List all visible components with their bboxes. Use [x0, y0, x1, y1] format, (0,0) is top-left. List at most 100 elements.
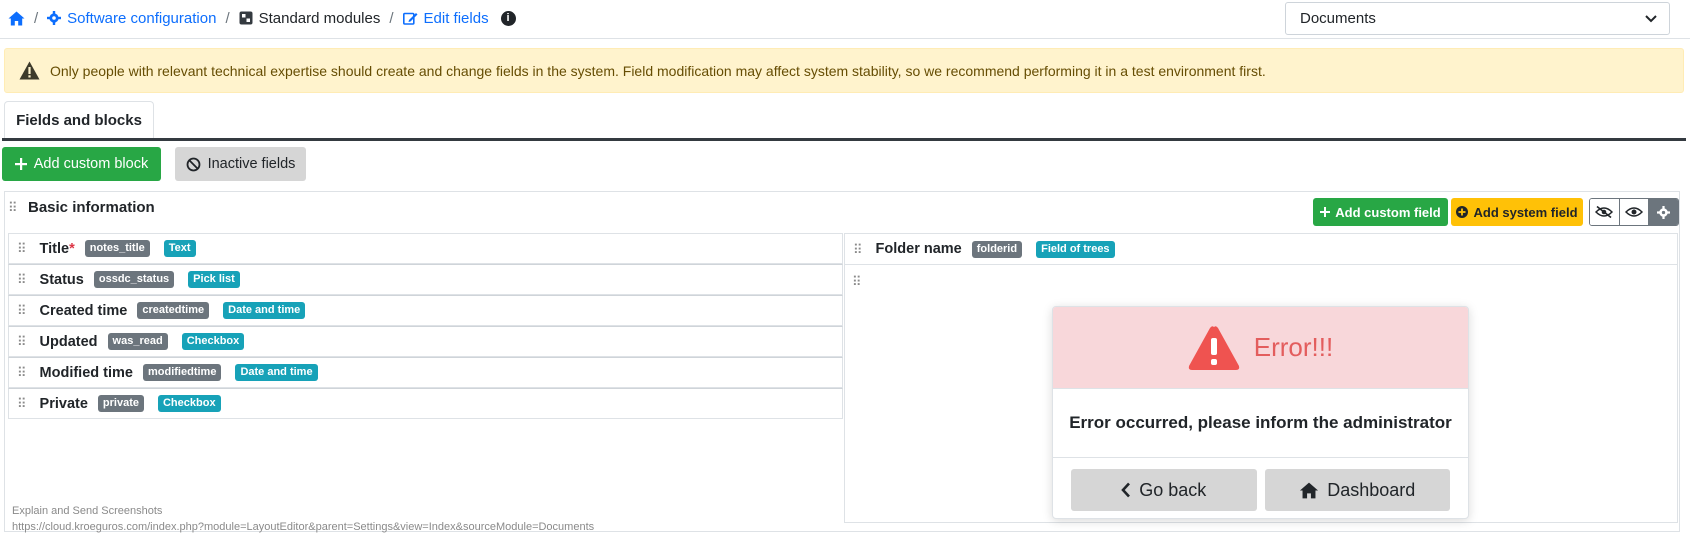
add-system-field-label: Add system field — [1473, 204, 1578, 220]
warning-icon — [1188, 325, 1239, 370]
field-name-badge: notes_title — [84, 240, 150, 257]
breadcrumb-label: Standard modules — [258, 9, 381, 27]
warning-text: Only people with relevant technical expe… — [50, 62, 1266, 79]
field-row-updated[interactable]: ⠿ Updated was_read Checkbox — [8, 326, 843, 357]
field-row-title[interactable]: ⠿ Title* notes_title Text — [8, 233, 843, 264]
add-system-field-button[interactable]: Add system field — [1451, 198, 1583, 226]
warning-alert: Only people with relevant technical expe… — [4, 48, 1684, 93]
add-custom-field-button[interactable]: Add custom field — [1313, 198, 1448, 226]
field-type-badge: Checkbox — [157, 395, 221, 412]
drag-handle-icon[interactable]: ⠿ — [17, 397, 26, 410]
breadcrumb-standard-modules: Standard modules — [239, 9, 381, 27]
drag-handle-icon[interactable]: ⠿ — [8, 201, 17, 214]
info-icon[interactable]: i — [500, 10, 516, 26]
left-field-column: ⠿ Title* notes_title Text ⠿ Status ossdc… — [8, 233, 843, 419]
field-name-badge: createdtime — [137, 302, 210, 319]
breadcrumb-edit-fields[interactable]: Edit fields i — [402, 10, 516, 27]
required-mark: * — [69, 240, 75, 257]
ban-icon — [186, 157, 200, 171]
dashboard-button[interactable]: Dashboard — [1264, 469, 1450, 511]
field-name-badge: folderid — [971, 240, 1023, 258]
overlay-title: Explain and Send Screenshots — [12, 505, 163, 517]
add-custom-block-button[interactable]: Add custom block — [2, 147, 161, 181]
dashboard-label: Dashboard — [1327, 479, 1416, 500]
divider — [0, 38, 1690, 39]
field-row-private[interactable]: ⠿ Private private Checkbox — [8, 388, 843, 419]
chevron-down-icon — [1645, 14, 1657, 22]
warning-icon — [19, 61, 40, 80]
field-label: Modified time — [39, 364, 133, 381]
field-type-badge: Text — [163, 240, 196, 257]
field-label: Private — [39, 395, 88, 412]
gear-icon — [47, 11, 62, 25]
go-back-label: Go back — [1139, 479, 1207, 500]
field-type-badge: Field of trees — [1036, 240, 1115, 258]
field-label: Updated — [39, 333, 98, 350]
drag-handle-icon[interactable]: ⠿ — [17, 304, 26, 317]
drag-handle-icon[interactable]: ⠿ — [853, 243, 862, 256]
inactive-fields-label: Inactive fields — [207, 156, 296, 172]
add-custom-block-label: Add custom block — [33, 156, 149, 172]
block-title: Basic information — [28, 199, 155, 216]
plus-icon — [14, 158, 27, 170]
block-actions-group — [1589, 198, 1679, 226]
drag-handle-icon[interactable]: ⠿ — [852, 275, 861, 288]
error-modal: Error!!! Error occurred, please inform t… — [1052, 306, 1469, 519]
breadcrumb-separator: / — [225, 9, 230, 27]
drag-handle-icon[interactable]: ⠿ — [17, 366, 26, 379]
breadcrumb-label[interactable]: Edit fields — [424, 10, 489, 27]
field-label: Created time — [39, 302, 128, 319]
screenshot-overlay: Explain and Send Screenshots https://clo… — [12, 503, 594, 535]
show-block-button[interactable] — [1619, 199, 1650, 225]
field-type-badge: Date and time — [235, 364, 318, 381]
error-modal-title: Error!!! — [1253, 332, 1334, 362]
drag-handle-icon[interactable]: ⠿ — [17, 242, 26, 255]
add-custom-field-label: Add custom field — [1335, 204, 1441, 220]
gear-icon — [1657, 205, 1671, 219]
field-row-status[interactable]: ⠿ Status ossdc_status Pick list — [8, 264, 843, 295]
field-label: Title* — [39, 240, 75, 257]
field-name-badge: private — [97, 395, 144, 412]
edit-icon — [402, 12, 418, 25]
tab-label: Fields and blocks — [16, 112, 142, 129]
breadcrumb: / Software configuration / Standard modu… — [8, 0, 516, 36]
module-select-value: Documents — [1300, 10, 1376, 27]
plus-icon — [1320, 207, 1331, 217]
field-label: Folder name — [875, 241, 962, 257]
error-modal-header: Error!!! — [1053, 307, 1468, 389]
error-modal-message: Error occurred, please inform the admini… — [1053, 389, 1468, 458]
field-type-badge: Date and time — [223, 302, 306, 319]
plus-circle-icon — [1456, 206, 1469, 218]
home-link[interactable] — [8, 11, 25, 26]
eye-icon — [1625, 207, 1643, 217]
field-label: Status — [39, 271, 84, 288]
chevron-left-icon — [1121, 482, 1131, 498]
inactive-fields-button[interactable]: Inactive fields — [175, 147, 306, 181]
field-name-badge: ossdc_status — [93, 271, 175, 288]
go-back-button[interactable]: Go back — [1071, 469, 1257, 511]
tab-underline — [2, 138, 1686, 141]
modules-icon — [239, 11, 253, 25]
drag-handle-icon[interactable]: ⠿ — [17, 335, 26, 348]
field-name-badge: was_read — [107, 333, 168, 350]
field-row-created-time[interactable]: ⠿ Created time createdtime Date and time — [8, 295, 843, 326]
eye-slash-icon — [1595, 206, 1614, 218]
hide-block-button[interactable] — [1590, 199, 1620, 225]
tab-fields-and-blocks[interactable]: Fields and blocks — [4, 101, 154, 139]
field-name-badge: modifiedtime — [142, 364, 222, 381]
field-row-folder-name[interactable]: ⠿ Folder name folderid Field of trees — [845, 234, 1677, 265]
field-row-modified-time[interactable]: ⠿ Modified time modifiedtime Date and ti… — [8, 357, 843, 388]
home-icon — [1300, 482, 1319, 498]
block-settings-button[interactable] — [1649, 199, 1678, 225]
home-icon[interactable] — [8, 11, 25, 26]
overlay-url: https://cloud.kroeguros.com/index.php?mo… — [12, 521, 595, 533]
field-type-badge: Pick list — [188, 271, 240, 288]
module-select[interactable]: Documents — [1285, 2, 1670, 35]
breadcrumb-software-configuration[interactable]: Software configuration — [47, 10, 216, 27]
drag-handle-icon[interactable]: ⠿ — [17, 273, 26, 286]
error-modal-footer: Go back Dashboard — [1053, 458, 1468, 518]
field-type-badge: Checkbox — [181, 333, 245, 350]
breadcrumb-separator: / — [389, 9, 394, 27]
breadcrumb-separator: / — [34, 9, 39, 27]
breadcrumb-label[interactable]: Software configuration — [67, 10, 216, 27]
